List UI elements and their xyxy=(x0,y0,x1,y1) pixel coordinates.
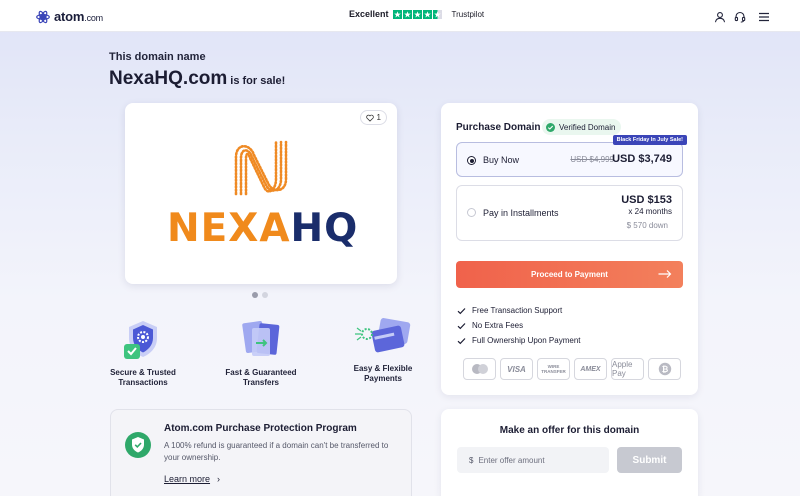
offer-field[interactable]: $ xyxy=(457,447,609,473)
star-icon xyxy=(412,9,422,19)
installment-price: USD $153 xyxy=(621,194,672,206)
verified-label: Verified Domain xyxy=(559,122,616,132)
sale-price: USD $3,749 xyxy=(612,153,672,165)
benefit-list: Free Transaction Support No Extra Fees F… xyxy=(457,303,581,348)
protection-description: A 100% refund is guaranteed if a domain … xyxy=(164,441,389,462)
arrow-right-icon xyxy=(658,270,672,278)
feature-secure: Secure & Trusted Transactions xyxy=(108,318,178,388)
installments-option[interactable]: Pay in Installments USD $153 x 24 months… xyxy=(456,185,683,241)
user-icon[interactable] xyxy=(714,10,726,23)
atom-logo-icon xyxy=(36,10,50,24)
feature-label: Easy & Flexible Payments xyxy=(353,364,413,383)
trustpilot-rating[interactable]: Excellent Trustpilot xyxy=(349,9,484,19)
carousel-dot[interactable] xyxy=(252,292,258,298)
feature-label: Secure & Trusted Transactions xyxy=(110,368,176,387)
atom-logo[interactable]: atom.com xyxy=(36,9,103,24)
heart-icon xyxy=(365,114,374,122)
purchase-title: Purchase Domain xyxy=(456,122,541,133)
payment-card-icon xyxy=(355,318,411,353)
currency-symbol: $ xyxy=(469,455,474,465)
like-button[interactable]: 1 xyxy=(359,110,387,125)
domain-name: NexaHQ.com xyxy=(109,68,228,89)
feature-payments: Easy & Flexible Payments xyxy=(350,318,416,384)
visa-icon: VISA xyxy=(500,358,533,380)
sale-suffix: is for sale! xyxy=(230,75,286,87)
installment-down: $ 570 down xyxy=(626,221,668,230)
benefit-item: Full Ownership Upon Payment xyxy=(457,333,581,348)
proceed-to-payment-button[interactable]: Proceed to Payment xyxy=(456,261,683,288)
like-count: 1 xyxy=(376,113,381,122)
check-circle-icon xyxy=(546,122,555,132)
headset-icon[interactable] xyxy=(734,10,746,23)
rating-stars xyxy=(392,9,443,19)
benefit-item: No Extra Fees xyxy=(457,318,581,333)
check-icon xyxy=(457,337,466,344)
header-actions xyxy=(706,10,770,23)
apple-pay-icon: Apple Pay xyxy=(611,358,644,380)
page-title: NexaHQ.com is for sale! xyxy=(109,68,285,90)
installment-term: x 24 months xyxy=(628,207,672,216)
check-icon xyxy=(457,307,466,314)
learn-more-link[interactable]: Learn more xyxy=(164,474,210,484)
domain-kicker: This domain name xyxy=(109,51,206,63)
rating-label: Excellent xyxy=(349,9,389,19)
buy-now-radio[interactable] xyxy=(467,156,476,165)
proceed-label: Proceed to Payment xyxy=(531,270,608,279)
offer-title: Make an offer for this domain xyxy=(499,425,640,436)
wire-transfer-icon: WIRE TRANSFER xyxy=(537,358,570,380)
protection-program: Atom.com Purchase Protection Program A 1… xyxy=(110,409,412,496)
original-price: USD $4,999 xyxy=(570,155,614,164)
buy-now-option[interactable]: Black Friday In July Sale! Buy Now USD $… xyxy=(456,135,687,177)
submit-offer-button[interactable]: Submit xyxy=(617,447,682,473)
buy-now-label: Buy Now xyxy=(483,155,520,165)
top-bar: atom.com Excellent Trustpilot xyxy=(0,0,800,32)
chevron-right-icon: › xyxy=(217,474,220,484)
feature-label: Fast & Guaranteed Transfers xyxy=(225,368,297,387)
check-icon xyxy=(457,322,466,329)
menu-icon[interactable] xyxy=(758,10,770,22)
payment-methods: VISA WIRE TRANSFER AMEX Apple Pay ₿ xyxy=(463,358,685,380)
benefit-item: Free Transaction Support xyxy=(457,303,581,318)
star-icon xyxy=(402,9,412,19)
feature-fast: Fast & Guaranteed Transfers xyxy=(222,318,300,388)
installments-label: Pay in Installments xyxy=(483,208,559,218)
make-offer-card: Make an offer for this domain $ Submit xyxy=(441,409,698,496)
verified-badge: Verified Domain xyxy=(542,119,622,135)
star-icon xyxy=(422,9,432,19)
bitcoin-icon: ₿ xyxy=(648,358,681,380)
mastercard-icon xyxy=(463,358,496,380)
nexahq-wordmark: NEXAHQ xyxy=(167,206,359,251)
offer-amount-input[interactable] xyxy=(478,455,599,465)
transfer-cards-icon xyxy=(242,321,280,356)
shield-gear-icon xyxy=(124,321,157,359)
amex-icon: AMEX xyxy=(574,358,607,380)
purchase-card: Purchase Domain Verified Domain Black Fr… xyxy=(441,103,698,395)
installments-radio[interactable] xyxy=(467,208,476,217)
carousel-dot[interactable] xyxy=(262,292,268,298)
trustpilot-brand: Trustpilot xyxy=(451,9,485,19)
svg-text:₿: ₿ xyxy=(661,365,668,374)
domain-logo-card[interactable]: 1 NEXAHQ xyxy=(125,103,397,284)
carousel-dots xyxy=(252,292,272,298)
nexahq-emblem xyxy=(230,139,292,202)
sale-ribbon: Black Friday In July Sale! xyxy=(612,135,687,145)
half-star-icon xyxy=(432,9,442,19)
shield-check-icon xyxy=(125,432,151,458)
star-icon xyxy=(392,9,402,19)
protection-title: Atom.com Purchase Protection Program xyxy=(164,423,357,434)
logo-wordmark: atom.com xyxy=(54,9,103,24)
